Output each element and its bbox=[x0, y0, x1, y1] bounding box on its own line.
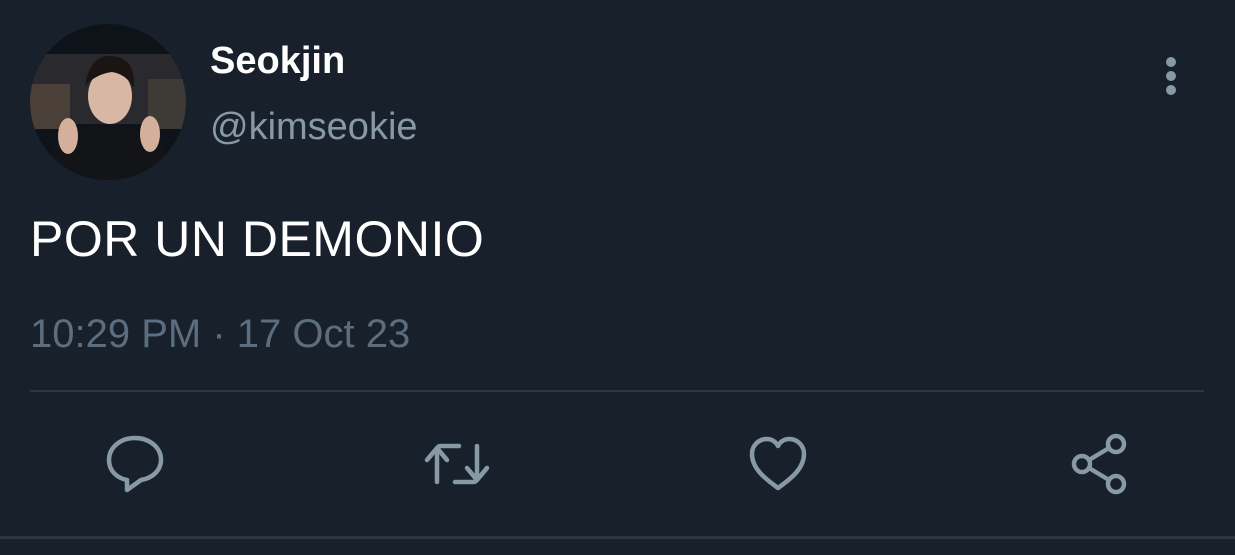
avatar-photo bbox=[30, 24, 186, 180]
reply-icon bbox=[106, 435, 164, 493]
share-icon bbox=[1071, 433, 1127, 495]
tweet-text: POR UN DEMONIO bbox=[30, 211, 485, 267]
reply-button[interactable] bbox=[101, 430, 169, 498]
like-icon bbox=[749, 436, 807, 491]
share-button[interactable] bbox=[1066, 430, 1134, 498]
username-handle[interactable]: @kimseokie bbox=[210, 104, 418, 150]
tweet-timestamp[interactable]: 10:29 PM · 17 Oct 23 bbox=[30, 310, 410, 358]
bottom-divider bbox=[0, 536, 1235, 539]
more-options-icon[interactable] bbox=[1150, 52, 1194, 100]
retweet-button[interactable] bbox=[423, 430, 491, 498]
divider bbox=[30, 390, 1204, 392]
like-button[interactable] bbox=[744, 430, 812, 498]
tweet-card: Seokjin @kimseokie POR UN DEMONIO 10:29 … bbox=[0, 0, 1235, 555]
avatar[interactable] bbox=[30, 24, 186, 180]
display-name[interactable]: Seokjin bbox=[210, 38, 345, 84]
retweet-icon bbox=[424, 443, 490, 485]
